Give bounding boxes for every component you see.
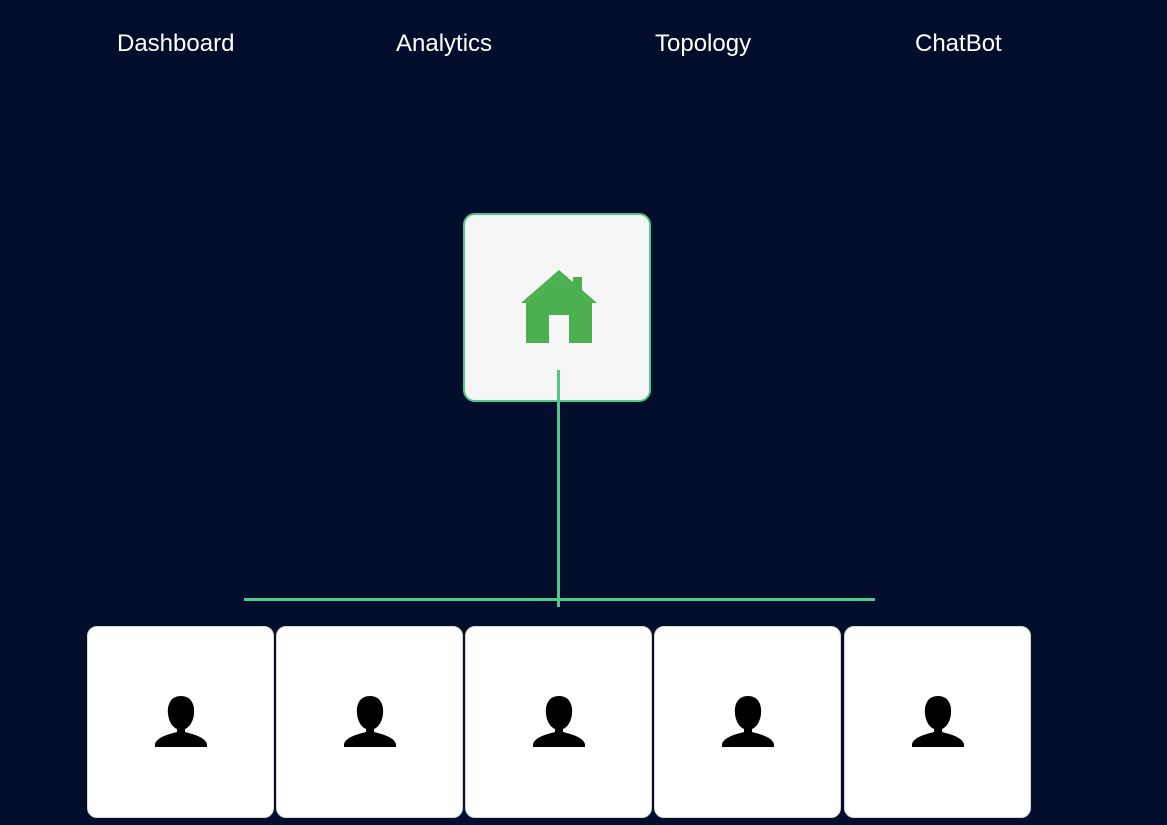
device-node-3[interactable] (465, 626, 652, 818)
device-node-1[interactable] (87, 626, 274, 818)
user-icon (912, 696, 964, 747)
nav-link-topology[interactable]: Topology (655, 30, 751, 58)
nav-link-chatbot[interactable]: ChatBot (915, 30, 1002, 58)
home-icon (521, 270, 597, 343)
nav-link-dashboard[interactable]: Dashboard (117, 30, 234, 58)
user-icon (344, 696, 396, 747)
nav-link-analytics[interactable]: Analytics (396, 30, 492, 58)
user-icon (533, 696, 585, 747)
device-node-4[interactable] (654, 626, 841, 818)
device-bus-line (244, 598, 875, 601)
hub-uplink-line (557, 370, 560, 607)
user-icon (155, 696, 207, 747)
device-node-5[interactable] (844, 626, 1031, 818)
user-icon (722, 696, 774, 747)
device-node-2[interactable] (276, 626, 463, 818)
